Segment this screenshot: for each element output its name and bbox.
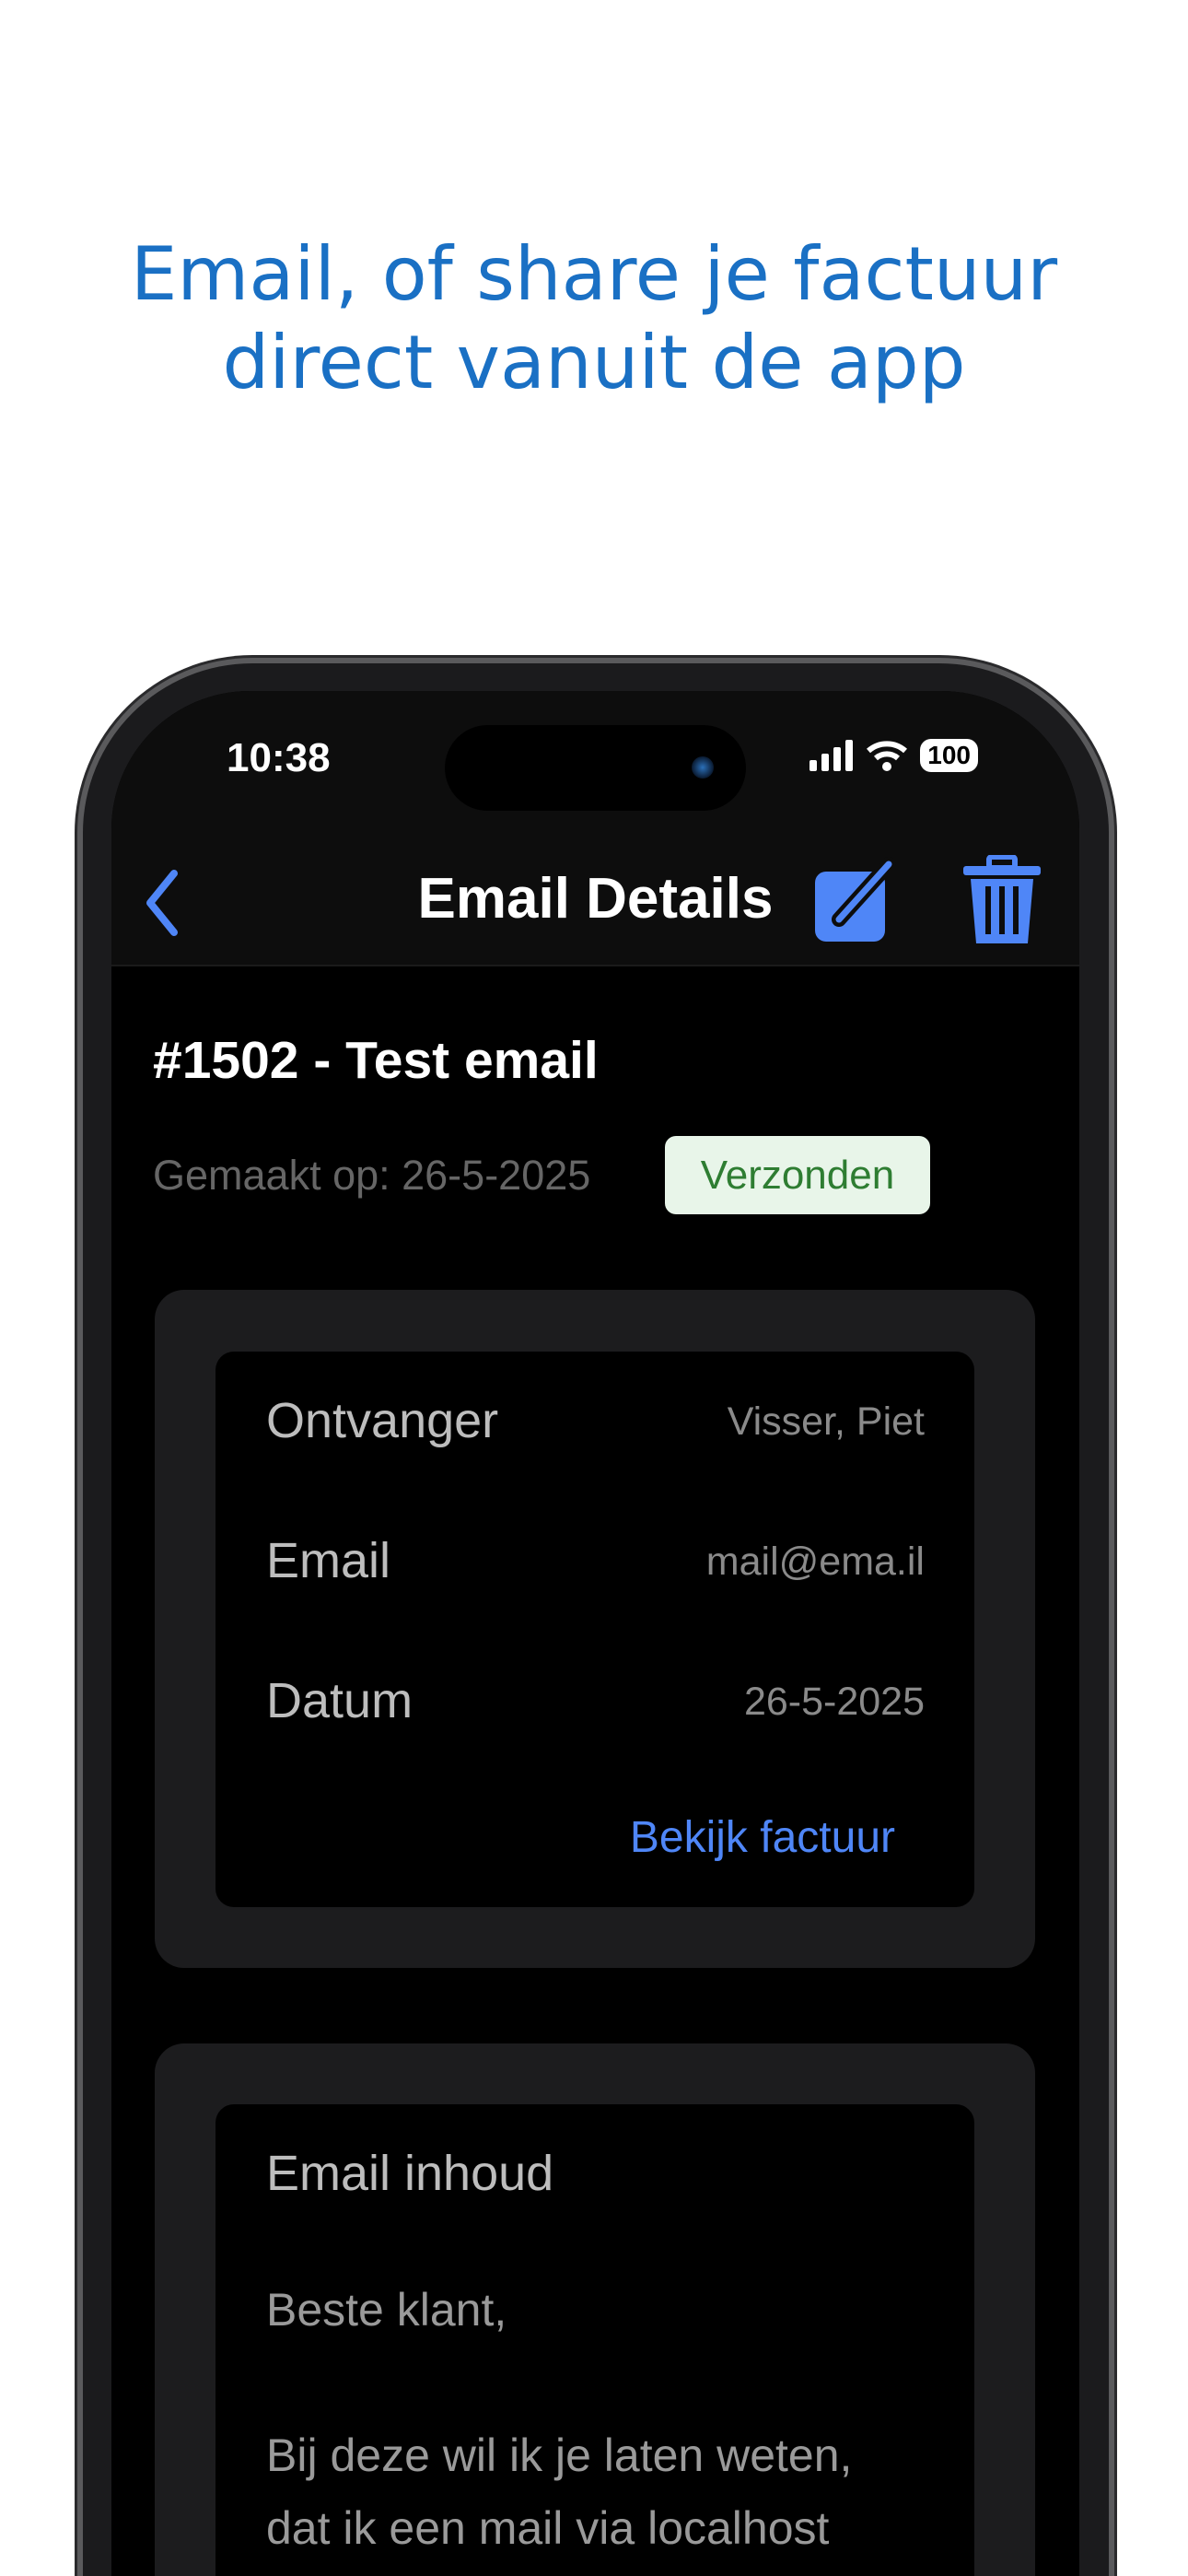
date-label: Datum xyxy=(266,1673,413,1728)
recipient-label: Ontvanger xyxy=(266,1393,499,1448)
email-value: mail@ema.il xyxy=(705,1540,925,1584)
created-date: Gemaakt op: 26-5-2025 xyxy=(153,1152,591,1199)
details-inner: Ontvanger Visser, Piet Email mail@ema.il… xyxy=(215,1352,974,1907)
content-card: Email inhoud Beste klant, Bij deze wil i… xyxy=(155,2043,1035,2576)
camera-icon xyxy=(692,756,714,779)
recipient-value: Visser, Piet xyxy=(727,1399,925,1444)
view-invoice-link[interactable]: Bekijk factuur xyxy=(630,1812,895,1863)
status-badge: Verzonden xyxy=(665,1136,930,1214)
content-line-1: Bij deze wil ik je laten weten, xyxy=(266,2430,853,2481)
status-time: 10:38 xyxy=(227,735,331,780)
battery-indicator: 100 xyxy=(920,739,978,772)
square-pencil-icon[interactable] xyxy=(813,855,901,943)
email-label: Email xyxy=(266,1533,391,1588)
phone-screen: 10:38 100 Email Details #1502 - Test ema… xyxy=(111,691,1079,2576)
dynamic-island xyxy=(445,725,746,811)
content-heading: Email inhoud xyxy=(266,2146,554,2201)
signal-icon xyxy=(809,740,854,771)
content-inner: Email inhoud Beste klant, Bij deze wil i… xyxy=(215,2104,974,2576)
details-card: Ontvanger Visser, Piet Email mail@ema.il… xyxy=(155,1290,1035,1968)
content-greeting: Beste klant, xyxy=(266,2284,507,2336)
headline-line-2: direct vanuit de app xyxy=(222,320,966,405)
email-title: #1502 - Test email xyxy=(153,1031,599,1090)
headline-line-1: Email, of share je factuur xyxy=(130,231,1058,317)
page-title: Email Details xyxy=(417,867,774,931)
date-value: 26-5-2025 xyxy=(743,1680,925,1724)
status-icons: 100 xyxy=(809,739,978,772)
trash-icon[interactable] xyxy=(961,855,1042,947)
content-line-2: dat ik een mail via localhost xyxy=(266,2502,830,2554)
wifi-icon xyxy=(867,741,908,771)
promo-headline: Email, of share je factuur direct vanuit… xyxy=(0,230,1188,407)
